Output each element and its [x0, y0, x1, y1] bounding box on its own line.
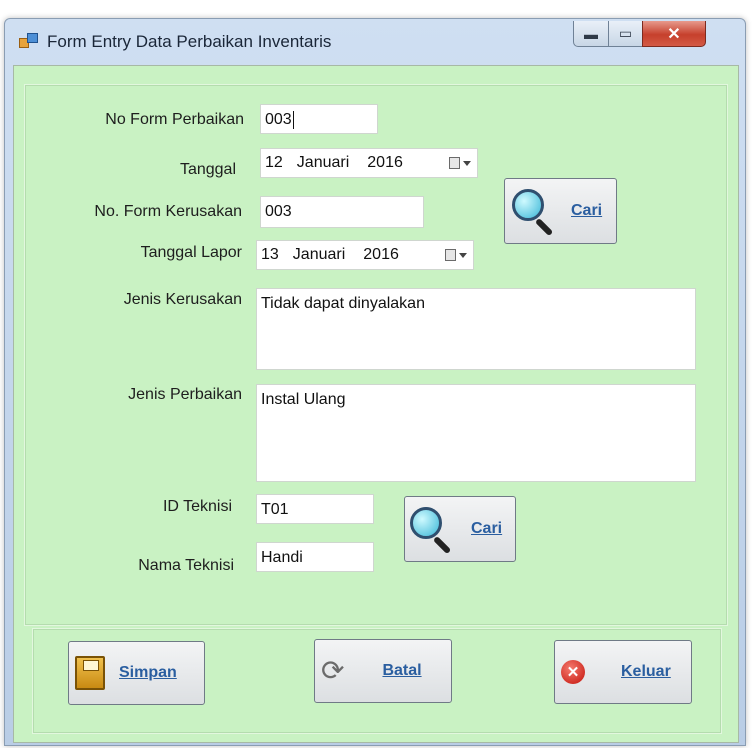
tanggal-lapor-month: Januari [292, 246, 346, 263]
floppy-disk-icon [75, 656, 105, 690]
calendar-icon [449, 157, 460, 169]
app-window-icon[interactable] [19, 33, 38, 48]
form-client-area: No Form Perbaikan 003 Tanggal 12 Januari… [13, 65, 739, 743]
magnifier-icon [407, 505, 455, 555]
simpan-button[interactable]: Simpan [68, 641, 205, 705]
jenis-perbaikan-textarea[interactable]: Instal Ulang [256, 384, 696, 482]
cari-kerusakan-label: Cari [571, 202, 603, 219]
chevron-down-icon [459, 252, 467, 258]
cari-teknisi-label: Cari [471, 520, 503, 537]
no-form-kerusakan-input[interactable]: 003 [260, 196, 424, 228]
close-button[interactable]: ✕ [642, 21, 706, 47]
chevron-down-icon [463, 160, 471, 166]
tanggal-lapor-datepicker[interactable]: 13 Januari 2016 [256, 240, 474, 270]
title-bar[interactable]: Form Entry Data Perbaikan Inventaris ▬ ▭… [5, 19, 745, 65]
jenis-perbaikan-label: Jenis Perbaikan [128, 386, 242, 403]
no-form-perbaikan-value: 003 [265, 111, 292, 129]
tanggal-month: Januari [296, 154, 350, 171]
tanggal-lapor-year: 2016 [363, 246, 399, 263]
jenis-kerusakan-textarea[interactable]: Tidak dapat dinyalakan [256, 288, 696, 370]
calendar-icon [445, 249, 456, 261]
nama-teknisi-label: Nama Teknisi [138, 557, 234, 574]
tanggal-lapor-day: 13 [261, 246, 279, 263]
refresh-icon: ⟳ [321, 655, 345, 686]
no-form-perbaikan-label: No Form Perbaikan [105, 111, 244, 128]
id-teknisi-input[interactable]: T01 [256, 494, 374, 524]
tanggal-label: Tanggal [179, 161, 236, 178]
tanggal-lapor-label: Tanggal Lapor [140, 244, 242, 261]
no-form-kerusakan-label: No. Form Kerusakan [94, 203, 242, 220]
keluar-label: Keluar [621, 663, 671, 680]
window-title: Form Entry Data Perbaikan Inventaris [47, 32, 332, 51]
calendar-dropdown-button[interactable] [445, 249, 467, 261]
nama-teknisi-input[interactable]: Handi [256, 542, 374, 572]
tanggal-datepicker[interactable]: 12 Januari 2016 [260, 148, 478, 178]
simpan-label: Simpan [119, 664, 177, 681]
jenis-kerusakan-label: Jenis Kerusakan [123, 291, 242, 308]
text-caret [292, 111, 294, 129]
keluar-button[interactable]: ✕ Keluar [554, 640, 692, 704]
maximize-button[interactable]: ▭ [608, 21, 643, 47]
minimize-button[interactable]: ▬ [573, 21, 609, 47]
tanggal-day: 12 [265, 154, 283, 171]
no-form-perbaikan-input[interactable]: 003 [260, 104, 378, 134]
batal-label: Batal [382, 662, 422, 679]
cari-kerusakan-button[interactable]: Cari [504, 178, 617, 244]
tanggal-year: 2016 [367, 154, 403, 171]
red-x-icon: ✕ [561, 660, 585, 684]
magnifier-icon [509, 187, 557, 237]
batal-button[interactable]: ⟳ Batal [314, 639, 452, 703]
id-teknisi-label: ID Teknisi [162, 498, 232, 515]
form-window: Form Entry Data Perbaikan Inventaris ▬ ▭… [4, 18, 746, 746]
cari-teknisi-button[interactable]: Cari [404, 496, 516, 562]
calendar-dropdown-button[interactable] [449, 157, 471, 169]
